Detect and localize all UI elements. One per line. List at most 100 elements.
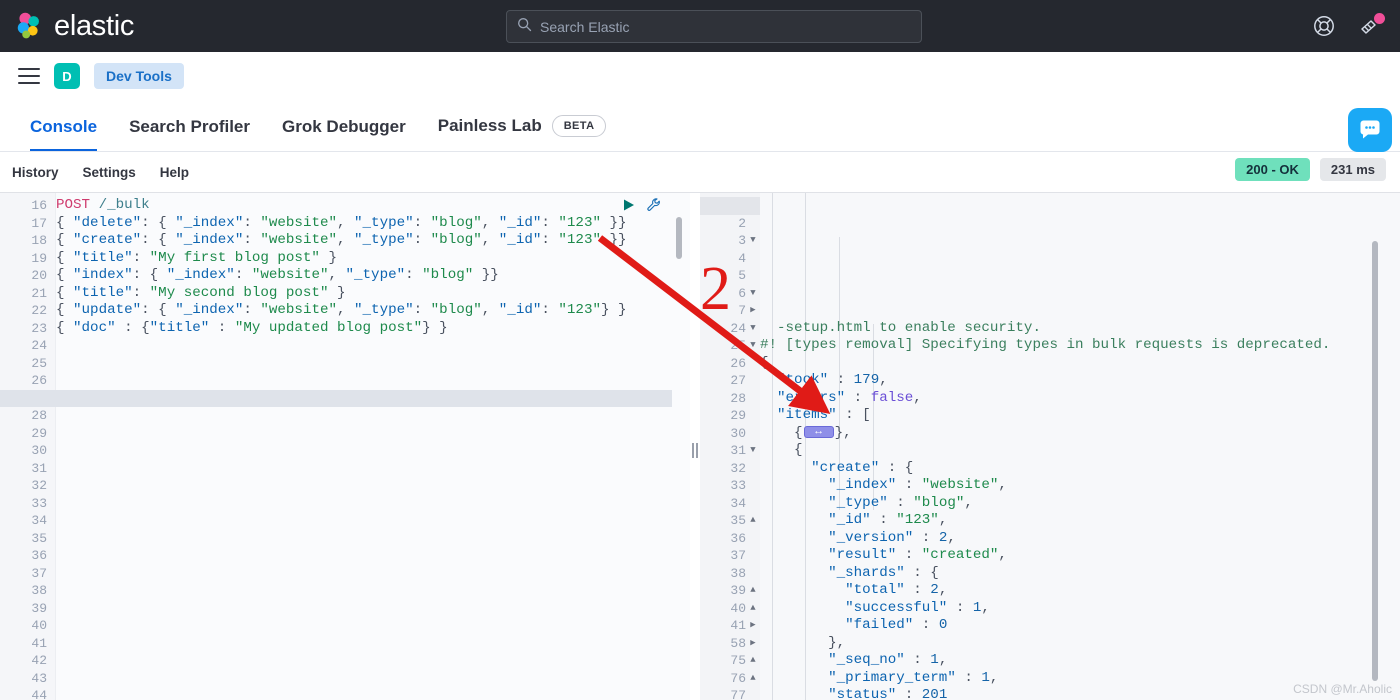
code-token: "took" bbox=[777, 372, 829, 388]
request-code-line[interactable] bbox=[56, 337, 690, 355]
response-code-line[interactable]: "items" : [ bbox=[760, 407, 1400, 425]
play-run-icon[interactable] bbox=[622, 198, 636, 217]
request-scrollbar-thumb[interactable] bbox=[676, 217, 682, 259]
request-code-line[interactable] bbox=[56, 582, 690, 600]
tab-search-profiler[interactable]: Search Profiler bbox=[113, 117, 266, 151]
response-code-line[interactable]: { bbox=[760, 355, 1400, 373]
request-code[interactable]: POST /_bulk{ "delete": { "_index": "webs… bbox=[0, 193, 690, 700]
fold-toggle-down-icon[interactable]: ▼ bbox=[748, 232, 758, 250]
help-lifebuoy-icon[interactable] bbox=[1312, 14, 1336, 38]
request-code-line[interactable] bbox=[56, 495, 690, 513]
fold-toggle-up-icon[interactable]: ▲ bbox=[748, 652, 758, 670]
fold-toggle-down-icon[interactable]: ▼ bbox=[748, 320, 758, 338]
request-line-number: 16 bbox=[31, 198, 47, 213]
request-code-line[interactable] bbox=[56, 425, 690, 443]
response-code-line[interactable]: }, bbox=[760, 635, 1400, 653]
fold-toggle-down-icon[interactable]: ▼ bbox=[748, 285, 758, 303]
response-code-line[interactable]: { bbox=[760, 442, 1400, 460]
response-code-line[interactable]: {}, bbox=[760, 424, 1400, 443]
code-token: , bbox=[481, 232, 499, 248]
space-avatar[interactable]: D bbox=[54, 63, 80, 89]
request-code-line[interactable] bbox=[56, 477, 690, 495]
request-code-line[interactable] bbox=[56, 617, 690, 635]
fold-toggle-right-icon[interactable]: ▶ bbox=[748, 635, 758, 653]
response-code-line[interactable]: #! [types removal] Specifying types in b… bbox=[760, 337, 1400, 355]
request-code-line[interactable] bbox=[56, 442, 690, 460]
response-editor-pane[interactable]: 2 3 ▼ 4 5 6 ▼ 7 ▶ 24 ▼ 25 ▼ 26 27 28 29 30 31 ▼ 32 33 34 35 ▲ 36 3… bbox=[700, 193, 1400, 700]
request-code-line[interactable] bbox=[56, 372, 690, 390]
console-help-link[interactable]: Help bbox=[160, 165, 189, 180]
megaphone-icon[interactable] bbox=[1358, 13, 1385, 38]
code-token: , bbox=[337, 232, 355, 248]
request-code-line[interactable]: { "index": { "_index": "website", "_type… bbox=[56, 267, 690, 285]
request-code-line[interactable] bbox=[56, 652, 690, 670]
fold-toggle-down-icon[interactable]: ▼ bbox=[748, 337, 758, 355]
request-code-line[interactable] bbox=[56, 547, 690, 565]
response-scrollbar-thumb[interactable] bbox=[1372, 241, 1378, 681]
fold-toggle-down-icon[interactable]: ▼ bbox=[748, 442, 758, 460]
elastic-brand[interactable]: elastic bbox=[14, 10, 134, 43]
request-code-line[interactable] bbox=[56, 600, 690, 618]
chat-help-icon[interactable] bbox=[1348, 108, 1392, 152]
request-code-line[interactable] bbox=[56, 635, 690, 653]
response-code-line[interactable]: "_shards" : { bbox=[760, 565, 1400, 583]
request-code-line[interactable] bbox=[56, 530, 690, 548]
request-code-line[interactable] bbox=[0, 389, 672, 407]
request-code-line[interactable] bbox=[56, 407, 690, 425]
console-history-link[interactable]: History bbox=[12, 165, 59, 180]
collapsed-fold-widget[interactable] bbox=[803, 424, 834, 440]
request-code-line[interactable]: POST /_bulk bbox=[56, 197, 690, 215]
fold-toggle-up-icon[interactable]: ▲ bbox=[748, 582, 758, 600]
response-code[interactable]: -setup.html to enable security. #! [types… bbox=[760, 193, 1400, 700]
beta-badge: BETA bbox=[551, 115, 607, 137]
code-token: { bbox=[760, 354, 769, 371]
hamburger-menu-icon[interactable] bbox=[18, 68, 40, 84]
request-code-line[interactable] bbox=[56, 512, 690, 530]
fold-toggle-up-icon[interactable]: ▲ bbox=[748, 600, 758, 618]
request-editor-pane[interactable]: 1617181920212223242526272829303132333435… bbox=[0, 193, 690, 700]
response-code-line[interactable]: "errors" : false, bbox=[760, 390, 1400, 408]
tab-painless-lab[interactable]: Painless Lab BETA bbox=[422, 115, 623, 151]
response-code-line[interactable]: "_version" : 2, bbox=[760, 530, 1400, 548]
request-code-line[interactable]: { "doc" : {"title" : "My updated blog po… bbox=[56, 320, 690, 338]
request-code-line[interactable] bbox=[56, 460, 690, 478]
fold-toggle-right-icon[interactable]: ▶ bbox=[748, 302, 758, 320]
console-settings-link[interactable]: Settings bbox=[83, 165, 136, 180]
response-code-line[interactable]: "failed" : 0 bbox=[760, 617, 1400, 635]
code-token: , bbox=[964, 494, 973, 511]
response-code-line[interactable]: "result" : "created", bbox=[760, 547, 1400, 565]
fold-toggle-up-icon[interactable]: ▲ bbox=[748, 512, 758, 530]
request-code-line[interactable] bbox=[56, 565, 690, 583]
fold-toggle-up-icon[interactable]: ▲ bbox=[748, 670, 758, 688]
search-icon bbox=[517, 17, 532, 37]
fold-toggle-right-icon[interactable]: ▶ bbox=[748, 617, 758, 635]
code-token: }, bbox=[760, 634, 846, 651]
request-code-line[interactable]: { "create": { "_index": "website", "_typ… bbox=[56, 232, 690, 250]
request-code-line[interactable] bbox=[56, 687, 690, 700]
response-code-line[interactable]: "_id" : "123", bbox=[760, 512, 1400, 530]
pane-resize-handle[interactable] bbox=[690, 441, 700, 459]
search-input-placeholder[interactable]: Search Elastic bbox=[540, 19, 629, 35]
response-code-line[interactable]: "create" : { bbox=[760, 460, 1400, 478]
response-code-line[interactable]: "took" : 179, bbox=[760, 372, 1400, 390]
response-code-line[interactable]: "_index" : "website", bbox=[760, 477, 1400, 495]
request-code-line[interactable]: { "title": "My first blog post" } bbox=[56, 250, 690, 268]
request-code-line[interactable] bbox=[56, 355, 690, 373]
wrench-icon[interactable] bbox=[646, 197, 662, 218]
breadcrumb-item-dev-tools[interactable]: Dev Tools bbox=[94, 63, 184, 89]
request-code-line[interactable]: { "title": "My second blog post" } bbox=[56, 285, 690, 303]
request-code-line[interactable]: { "delete": { "_index": "website", "_typ… bbox=[56, 215, 690, 233]
response-code-line[interactable]: "successful" : 1, bbox=[760, 600, 1400, 618]
response-code-line[interactable]: -setup.html to enable security. bbox=[760, 320, 1400, 338]
response-code-line[interactable]: "_seq_no" : 1, bbox=[760, 652, 1400, 670]
response-code-line[interactable]: "total" : 2, bbox=[760, 582, 1400, 600]
global-search-box[interactable]: Search Elastic bbox=[506, 10, 922, 43]
request-code-line[interactable] bbox=[56, 670, 690, 688]
request-code-line[interactable]: { "update": { "_index": "website", "_typ… bbox=[56, 302, 690, 320]
tab-grok-debugger[interactable]: Grok Debugger bbox=[266, 117, 422, 151]
response-code-line[interactable]: "_type" : "blog", bbox=[760, 495, 1400, 513]
code-token: "_shards" bbox=[828, 564, 905, 581]
code-token: "123" bbox=[558, 232, 601, 248]
tab-console[interactable]: Console bbox=[14, 117, 113, 151]
